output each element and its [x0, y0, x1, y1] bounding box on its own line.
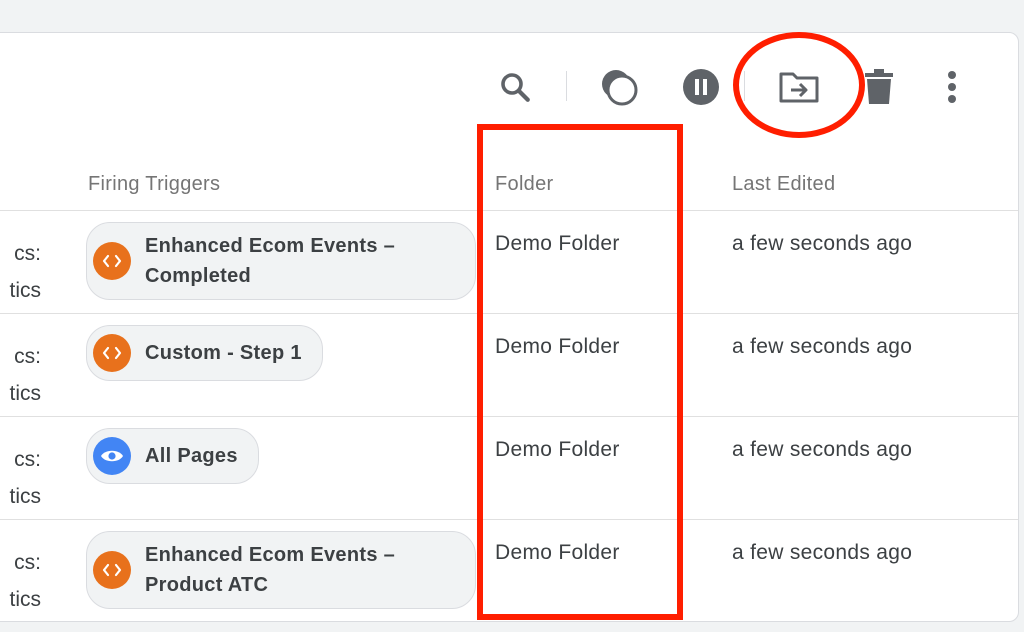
toolbar-divider [566, 71, 567, 101]
trigger-chip-label: Enhanced Ecom Events – Completed [145, 235, 396, 287]
search-button[interactable] [493, 65, 537, 109]
more-options-button[interactable] [937, 67, 967, 107]
code-icon [93, 242, 131, 280]
last-edited-cell: a few seconds ago [732, 541, 913, 564]
trigger-chip[interactable]: Enhanced Ecom Events – Completed [86, 222, 476, 300]
tag-type-line: cs: [14, 242, 41, 265]
search-icon [501, 73, 530, 102]
more-vert-icon [948, 71, 956, 103]
tag-type-line: cs: [14, 345, 41, 368]
tag-type: cs: tics [0, 441, 42, 515]
trigger-chip-label: All Pages [145, 445, 238, 467]
move-to-folder-highlight [733, 32, 865, 138]
folder-column-highlight [477, 124, 683, 620]
delete-button[interactable] [861, 67, 897, 107]
exceptions-button[interactable] [596, 64, 642, 110]
tag-type-line: tics [9, 382, 42, 405]
trigger-chip[interactable]: Custom - Step 1 [86, 325, 323, 381]
trigger-chip[interactable]: Enhanced Ecom Events – Product ATC [86, 531, 476, 609]
column-header-firing-triggers[interactable]: Firing Triggers [88, 173, 220, 196]
tag-type: cs: tics [0, 544, 42, 618]
column-header-last-edited[interactable]: Last Edited [732, 173, 835, 196]
tag-type: cs: tics [0, 235, 42, 309]
trigger-chip-label: Custom - Step 1 [145, 342, 302, 364]
last-edited-cell: a few seconds ago [732, 232, 913, 255]
tag-type-line: cs: [14, 448, 41, 471]
pause-button[interactable] [681, 67, 721, 107]
trigger-chip-label: Enhanced Ecom Events – Product ATC [145, 544, 396, 596]
tag-type-line: tics [9, 485, 42, 508]
pause-icon [683, 69, 719, 105]
overlap-circles-icon [602, 70, 638, 106]
trigger-chip[interactable]: All Pages [86, 428, 259, 484]
tag-type: cs: tics [0, 338, 42, 412]
tag-type-line: cs: [14, 551, 41, 574]
tag-type-line: tics [9, 588, 42, 611]
code-icon [93, 334, 131, 372]
eye-icon [93, 437, 131, 475]
last-edited-cell: a few seconds ago [732, 335, 913, 358]
last-edited-cell: a few seconds ago [732, 438, 913, 461]
code-icon [93, 551, 131, 589]
delete-icon [865, 69, 893, 104]
tag-type-line: tics [9, 279, 42, 302]
